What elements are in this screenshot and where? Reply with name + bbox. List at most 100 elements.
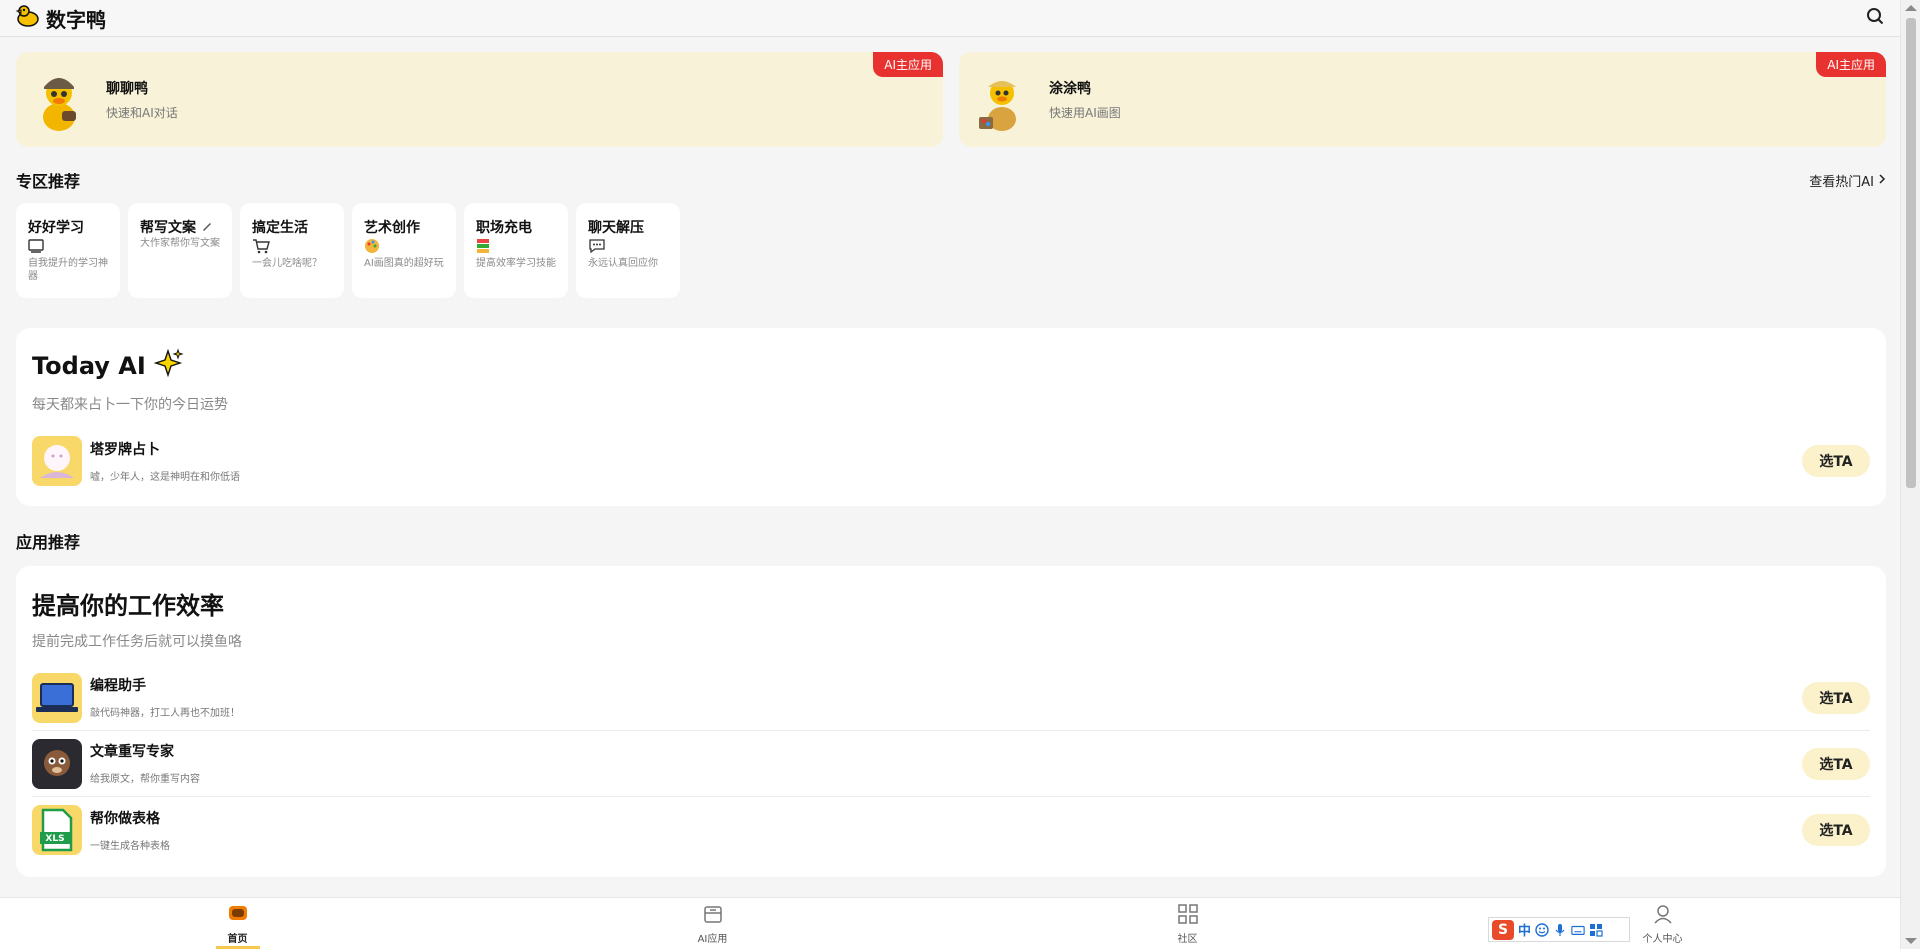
zone-card-copywriting[interactable]: 帮写文案 大作家帮你写文案 [128, 203, 232, 298]
apps-section-header: 应用推荐 [16, 532, 1886, 552]
emoji-icon[interactable] [1535, 922, 1549, 937]
microphone-icon[interactable] [1553, 923, 1567, 937]
ime-logo-icon[interactable]: S [1492, 919, 1514, 940]
sparkles-icon [153, 348, 184, 384]
book-icon [28, 238, 112, 254]
brand[interactable]: 数字鸭 [14, 3, 106, 33]
feature-title: 涂涂鸭 [1049, 81, 1091, 97]
pick-app-button[interactable]: 选TA [1802, 681, 1870, 714]
writer-app-icon [32, 738, 82, 789]
zone-subtitle: 提高效率学习技能 [476, 258, 556, 269]
search-icon [1866, 7, 1884, 29]
zone-title-text: 帮写文案 [140, 220, 196, 236]
feature-title: 聊聊鸭 [106, 81, 148, 97]
speech-bubble-icon [588, 238, 672, 254]
palette-icon [364, 238, 448, 254]
zone-card-career[interactable]: 职场充电 提高效率学习技能 [464, 203, 568, 298]
keyboard-icon[interactable] [1571, 923, 1585, 937]
pick-app-button[interactable]: 选TA [1802, 445, 1870, 477]
app-name: 编程助手 [90, 678, 146, 694]
zone-title: 艺术创作 [364, 220, 420, 236]
zone-subtitle: AI画图真的超好玩 [364, 258, 444, 269]
apps-section-title: 应用推荐 [16, 533, 81, 552]
app-name: 塔罗牌占卜 [90, 441, 160, 458]
home-icon [227, 904, 249, 928]
nav-home[interactable]: 首页 [0, 898, 475, 949]
feature-subtitle: 快速和AI对话 [106, 106, 178, 120]
app-description: 一键生成各种表格 [90, 840, 170, 852]
ai-main-badge: AI主应用 [873, 52, 943, 77]
feature-card-chat[interactable]: 聊聊鸭 快速和AI对话 AI主应用 [16, 52, 943, 147]
zone-subtitle: 一会儿吃啥呢？ [252, 258, 322, 269]
main-content: 聊聊鸭 快速和AI对话 AI主应用 涂涂鸭 快速用AI画图 AI主应用 专区推荐… [16, 52, 1886, 877]
feature-card-draw[interactable]: 涂涂鸭 快速用AI画图 AI主应用 [959, 52, 1886, 147]
nav-label: 社区 [1177, 934, 1198, 945]
tarot-app-icon [32, 436, 82, 486]
ai-main-badge: AI主应用 [1816, 52, 1886, 77]
app-description: 敲代码神器，打工人再也不加班！ [90, 708, 240, 719]
nav-ai-apps[interactable]: AI应用 [475, 898, 950, 949]
efficiency-panel-title: 提高你的工作效率 [32, 592, 224, 620]
shopping-cart-icon [252, 238, 336, 254]
pick-app-button[interactable]: 选TA [1802, 747, 1870, 780]
app-row[interactable]: 编程助手 敲代码神器，打工人再也不加班！ 选TA [32, 665, 1870, 731]
chevron-right-icon [1878, 173, 1886, 188]
app-description: 给我原文，帮你重写内容 [90, 774, 200, 785]
archive-box-icon [702, 904, 724, 928]
scroll-thumb[interactable] [1906, 18, 1916, 488]
duck-logo-icon [14, 3, 40, 33]
laptop-app-icon [32, 672, 82, 723]
app-row[interactable]: 塔罗牌占卜 嘘，少年人，这是神明在和你低语 选TA [32, 428, 1870, 494]
pick-app-button[interactable]: 选TA [1802, 814, 1870, 846]
zone-list: 好好学习 自我提升的学习神器 帮写文案 大作家帮你写文案 搞定生活 一会儿吃啥呢… [16, 203, 1886, 298]
today-ai-heading: Today AI [32, 348, 1870, 384]
svg-text:XLS: XLS [45, 834, 64, 844]
today-ai-subtitle: 每天都来占卜一下你的今日运势 [32, 397, 228, 413]
zone-subtitle: 永远认真回应你 [588, 258, 658, 269]
app-row[interactable]: 文章重写专家 给我原文，帮你重写内容 选TA [32, 731, 1870, 797]
efficiency-panel-subtitle: 提前完成工作任务后就可以摸鱼咯 [32, 634, 242, 650]
zone-section-header: 专区推荐 查看热门AI [16, 171, 1886, 191]
ime-toolbar[interactable]: S 中 [1488, 917, 1630, 942]
draw-duck-avatar [977, 67, 1027, 133]
today-ai-panel: Today AI 每天都来占卜一下你的今日运势 塔罗牌占卜 嘘，少年人，这是神明… [16, 328, 1886, 506]
nav-community[interactable]: 社区 [950, 898, 1425, 949]
zone-subtitle: 自我提升的学习神器 [28, 258, 108, 282]
scroll-up-arrow-icon[interactable] [1905, 5, 1917, 11]
zone-card-life[interactable]: 搞定生活 一会儿吃啥呢？ [240, 203, 344, 298]
grid-apps-icon [1177, 904, 1199, 928]
feature-cards: 聊聊鸭 快速和AI对话 AI主应用 涂涂鸭 快速用AI画图 AI主应用 [16, 52, 1886, 147]
zone-subtitle: 大作家帮你写文案 [140, 238, 220, 249]
page-scrollbar[interactable] [1900, 0, 1920, 949]
nav-label: AI应用 [697, 934, 728, 945]
top-header: 数字鸭 [0, 0, 1900, 37]
zone-title: 搞定生活 [252, 220, 308, 236]
user-icon [1652, 904, 1674, 928]
view-hot-ai-label: 查看热门AI [1809, 174, 1874, 190]
zone-card-art[interactable]: 艺术创作 AI画图真的超好玩 [352, 203, 456, 298]
ime-language-toggle[interactable]: 中 [1518, 920, 1531, 939]
zone-section-title: 专区推荐 [16, 172, 81, 191]
toolbox-grid-icon[interactable] [1589, 923, 1603, 937]
nav-label: 个人中心 [1642, 934, 1683, 945]
zone-title: 职场充电 [476, 220, 532, 236]
zone-card-study[interactable]: 好好学习 自我提升的学习神器 [16, 203, 120, 298]
app-row[interactable]: XLS 帮你做表格 一键生成各种表格 选TA [32, 797, 1870, 863]
app-name: 帮你做表格 [90, 810, 160, 827]
zone-title: 帮写文案 [140, 217, 224, 237]
zone-title: 好好学习 [28, 220, 84, 236]
zone-card-chat[interactable]: 聊天解压 永远认真回应你 [576, 203, 680, 298]
view-hot-ai-link[interactable]: 查看热门AI [1809, 171, 1886, 190]
pencil-icon [201, 220, 213, 236]
today-ai-title: Today AI [32, 352, 146, 380]
zone-title: 聊天解压 [588, 220, 644, 236]
spreadsheet-app-icon: XLS [32, 805, 82, 855]
app-name: 文章重写专家 [90, 744, 174, 760]
search-button[interactable] [1864, 7, 1886, 29]
feature-subtitle: 快速用AI画图 [1049, 106, 1121, 120]
brand-name: 数字鸭 [46, 7, 106, 32]
nav-label: 首页 [227, 934, 248, 945]
chat-duck-avatar [34, 67, 84, 133]
scroll-down-arrow-icon[interactable] [1905, 938, 1917, 944]
efficiency-panel: 提高你的工作效率 提前完成工作任务后就可以摸鱼咯 编程助手 敲代码神器，打工人再… [16, 566, 1886, 877]
